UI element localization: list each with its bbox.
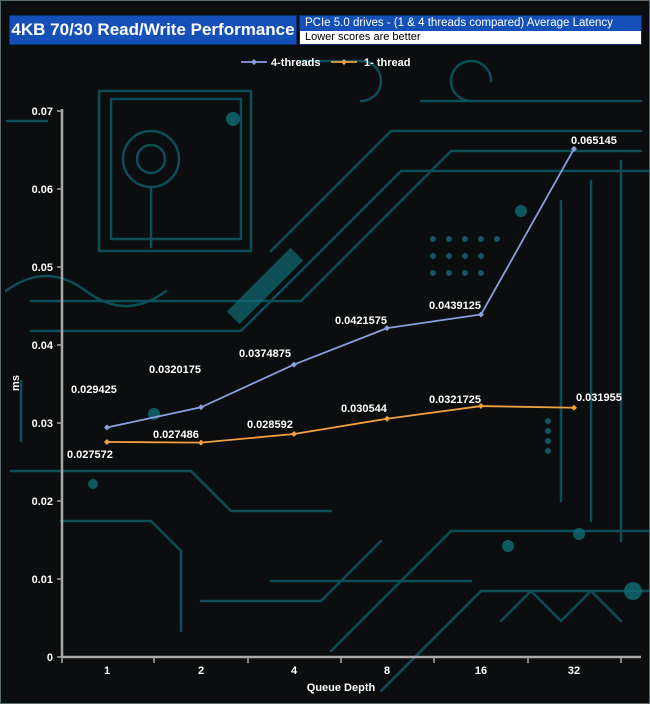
data-point (291, 361, 297, 368)
x-tick-label: 2 (198, 665, 204, 677)
data-label: 0.027572 (67, 449, 113, 461)
data-label: 0.0320175 (149, 364, 201, 376)
y-tick-label: 0.05 (32, 262, 53, 274)
y-axis-title: ms (10, 375, 22, 391)
y-tick-label: 0.04 (32, 340, 54, 352)
legend-marker (251, 59, 257, 65)
legend-entry: 1- thread (364, 57, 410, 69)
series-line (106, 148, 575, 429)
x-tick-label: 16 (475, 665, 487, 677)
line-chart: 4-threads 1- thread 0 0.01 0.02 0.03 0.04 0.05… (10, 57, 641, 694)
y-tick-label: 0.01 (32, 574, 53, 586)
legend-entry: 4-threads (271, 57, 321, 69)
data-label: 0.030544 (341, 403, 388, 415)
data-label: 0.065145 (571, 135, 617, 147)
chart-series (104, 145, 577, 446)
x-tick-label: 1 (104, 665, 110, 677)
data-label: 0.031955 (576, 392, 622, 404)
legend: 4-threads 1- thread (241, 57, 410, 69)
data-point (571, 404, 577, 411)
chart-frame: 4KB 70/30 Read/Write Performance PCIe 5.… (0, 0, 650, 704)
data-point (198, 404, 204, 411)
y-tick-label: 0 (47, 652, 53, 664)
data-point (104, 424, 110, 431)
data-label: 0.028592 (247, 419, 293, 431)
data-label: 0.0439125 (429, 300, 481, 312)
y-tick-label: 0.06 (32, 184, 53, 196)
data-label: 0.029425 (71, 384, 117, 396)
x-axis-title: Queue Depth (307, 682, 376, 694)
data-labels: 0.029425 0.0320175 0.0374875 0.0421575 0.043… (67, 135, 622, 461)
chart-axes: 0 0.01 0.02 0.03 0.04 0.05 0.06 0.07 1 2 4 8 16 32 Que… (10, 106, 641, 694)
data-point (198, 439, 204, 446)
data-point (384, 415, 390, 422)
legend-marker (341, 59, 347, 65)
data-point (104, 438, 110, 445)
x-tick-label: 4 (291, 665, 298, 677)
data-label: 0.0374875 (239, 348, 291, 360)
x-tick-label: 8 (384, 665, 390, 677)
y-tick-label: 0.02 (32, 496, 53, 508)
data-label: 0.027486 (153, 429, 199, 441)
x-tick-label: 32 (568, 665, 580, 677)
data-label: 0.0321725 (429, 394, 481, 406)
data-point (291, 430, 297, 437)
y-tick-label: 0.07 (32, 106, 53, 118)
y-tick-label: 0.03 (32, 418, 53, 430)
data-label: 0.0421575 (335, 315, 387, 327)
